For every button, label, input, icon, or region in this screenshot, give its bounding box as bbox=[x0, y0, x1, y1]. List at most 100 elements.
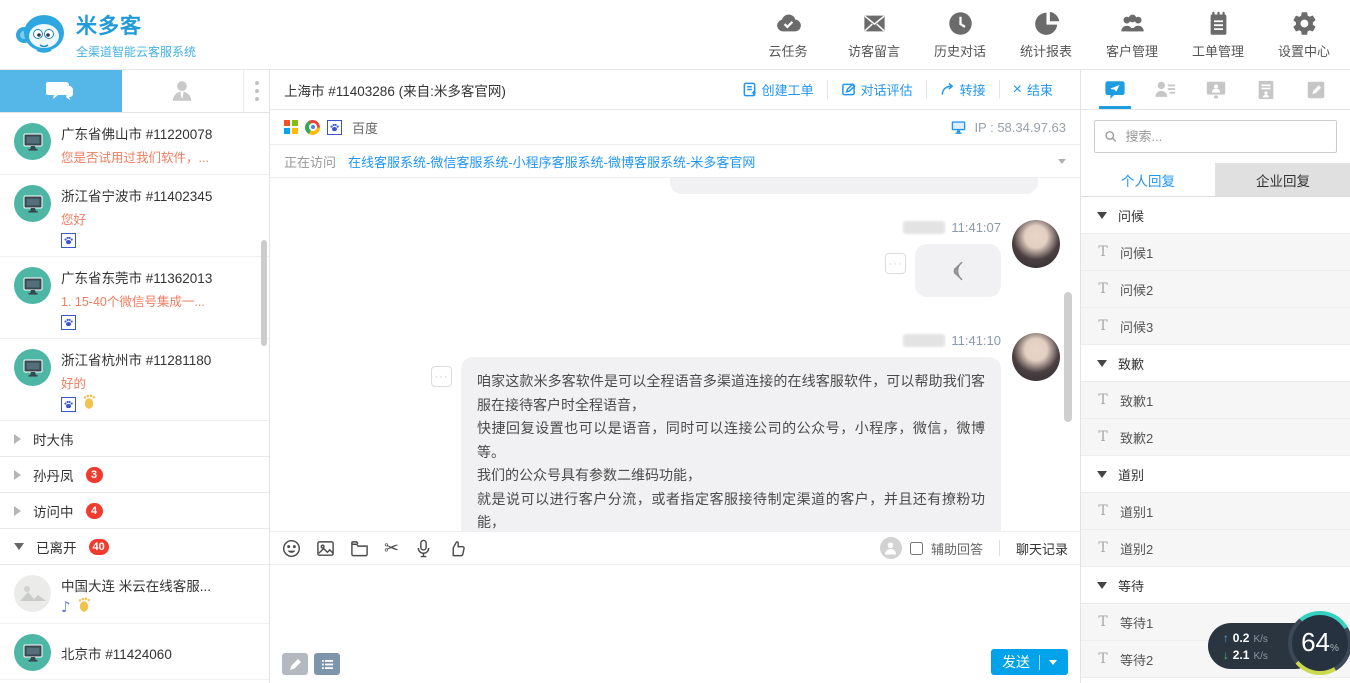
scrollbar-thumb[interactable] bbox=[261, 240, 267, 346]
count-badge: 4 bbox=[86, 503, 103, 519]
message-preview: 1. 15-40个微信号集成一... bbox=[61, 291, 212, 310]
nav-cloud-task[interactable]: 云任务 bbox=[760, 10, 816, 60]
tab-visit-trace[interactable] bbox=[1198, 70, 1234, 109]
tab-quick-reply[interactable] bbox=[1097, 70, 1133, 109]
nav-label: 客户管理 bbox=[1106, 41, 1158, 60]
create-ticket-button[interactable]: 创建工单 bbox=[729, 80, 827, 99]
baidu-paw-icon bbox=[61, 315, 76, 330]
top-nav: 云任务 访客留言 历史对话 统计报表 客户管理 工单管理 bbox=[760, 10, 1332, 60]
tab-visitor-record[interactable] bbox=[1248, 70, 1284, 109]
assistant-robot-avatar bbox=[880, 537, 902, 559]
monitor-avatar bbox=[14, 185, 51, 222]
agent-group-sundanfeng[interactable]: 孙丹凤 3 bbox=[0, 457, 269, 493]
visitor-title: 浙江省杭州市 #11281180 bbox=[61, 349, 211, 369]
visiting-page-link[interactable]: 在线客服系统-微信客服系统-小程序客服系统-微博客服系统-米多客官网 bbox=[348, 152, 1046, 171]
ticket-manage-icon bbox=[1205, 10, 1232, 37]
expand-triangle-icon bbox=[1097, 582, 1107, 589]
tree-item[interactable]: T 问候1 bbox=[1081, 234, 1350, 271]
expand-triangle-icon bbox=[1097, 212, 1107, 219]
tab-notes[interactable] bbox=[1298, 70, 1334, 109]
like-button[interactable] bbox=[448, 539, 467, 558]
monitor-avatar bbox=[14, 349, 51, 386]
top-bar: 米多客 全渠道智能云客服系统 云任务 访客留言 历史对话 统计报表 bbox=[0, 0, 1350, 70]
voice-message-bubble[interactable] bbox=[915, 244, 1001, 297]
tree-item[interactable]: T 问候3 bbox=[1081, 308, 1350, 345]
tree-group-waiting[interactable]: 等待 bbox=[1081, 567, 1350, 604]
chat-header: 上海市 #11403286 (来自:米多客官网) 创建工单 对话评估 转接 bbox=[270, 70, 1080, 110]
chat-history-button[interactable]: 聊天记录 bbox=[1016, 539, 1068, 558]
expand-triangle-icon bbox=[14, 543, 24, 550]
edit-mode-button[interactable] bbox=[282, 653, 308, 675]
send-options-caret-icon[interactable] bbox=[1049, 660, 1057, 665]
divider bbox=[1039, 655, 1040, 670]
search-input[interactable] bbox=[1126, 129, 1327, 144]
tab-conversations[interactable] bbox=[0, 70, 122, 112]
chat-title: 上海市 #11403286 (来自:米多客官网) bbox=[284, 80, 729, 100]
text-type-icon: T bbox=[1097, 281, 1109, 297]
chat-list-item[interactable]: 广东省佛山市 #11220078 您是否试用过我们软件，... bbox=[0, 113, 269, 175]
agent-avatar bbox=[1012, 333, 1060, 381]
network-overlay: ↑ 0.2 K/s ↓ 2.1 K/s 64 % bbox=[1208, 611, 1338, 677]
screenshot-scissors-icon[interactable]: ✂ bbox=[384, 539, 399, 558]
scrollbar-thumb[interactable] bbox=[1064, 292, 1072, 422]
message-more-button[interactable]: ··· bbox=[431, 366, 452, 387]
tree-item[interactable]: T 道别2 bbox=[1081, 530, 1350, 567]
dialog-evaluate-button[interactable]: 对话评估 bbox=[827, 80, 926, 99]
send-button[interactable]: 发送 bbox=[991, 649, 1068, 675]
message-input-area[interactable]: 发送 bbox=[270, 565, 1080, 683]
tree-item[interactable]: T 道别1 bbox=[1081, 493, 1350, 530]
nav-label: 访客留言 bbox=[848, 41, 900, 60]
app-window: 米多客 全渠道智能云客服系统 云任务 访客留言 历史对话 统计报表 bbox=[0, 0, 1350, 683]
end-chat-button[interactable]: × 结束 bbox=[999, 80, 1066, 99]
nav-stats-report[interactable]: 统计报表 bbox=[1018, 10, 1074, 60]
search-box[interactable] bbox=[1094, 120, 1337, 153]
nav-history-dialog[interactable]: 历史对话 bbox=[932, 10, 988, 60]
chat-list-item[interactable]: 中国大连 米云在线客服... ♪ bbox=[0, 565, 269, 624]
tab-company-reply[interactable]: 企业回复 bbox=[1216, 163, 1350, 196]
nav-label: 设置中心 bbox=[1278, 41, 1330, 60]
tree-group-apology[interactable]: 致歉 bbox=[1081, 345, 1350, 382]
tree-item[interactable]: T 问候2 bbox=[1081, 271, 1350, 308]
chat-list-item[interactable]: 浙江省杭州市 #11281180 好的 bbox=[0, 339, 269, 421]
tab-contacts[interactable] bbox=[122, 70, 244, 112]
customer-manage-icon bbox=[1119, 10, 1146, 37]
chevron-down-icon[interactable] bbox=[1058, 159, 1066, 164]
quick-phrase-button[interactable] bbox=[314, 653, 340, 675]
emoji-button[interactable] bbox=[282, 539, 301, 558]
tab-visitor-info[interactable] bbox=[1147, 70, 1183, 109]
nav-visitor-message[interactable]: 访客留言 bbox=[846, 10, 902, 60]
visitor-message-icon bbox=[861, 10, 888, 37]
tab-personal-reply[interactable]: 个人回复 bbox=[1081, 163, 1216, 196]
left-sidebar: 广东省佛山市 #11220078 您是否试用过我们软件，... 浙江省宁波市 #… bbox=[0, 70, 270, 683]
tree-item[interactable]: T 致歉2 bbox=[1081, 419, 1350, 456]
person-list-icon bbox=[1153, 79, 1177, 101]
nav-settings[interactable]: 设置中心 bbox=[1276, 10, 1332, 60]
upload-arrow-icon: ↑ bbox=[1223, 633, 1229, 645]
microphone-icon bbox=[414, 539, 433, 558]
nav-customer-manage[interactable]: 客户管理 bbox=[1104, 10, 1160, 60]
transfer-button[interactable]: 转接 bbox=[926, 80, 999, 99]
progress-unit: % bbox=[1330, 643, 1339, 654]
message-more-button[interactable]: ··· bbox=[885, 253, 906, 274]
tree-item[interactable]: T 致歉1 bbox=[1081, 382, 1350, 419]
partial-message-bubble bbox=[670, 178, 1038, 194]
tree-group-greeting[interactable]: 问候 bbox=[1081, 197, 1350, 234]
nav-ticket-manage[interactable]: 工单管理 bbox=[1190, 10, 1246, 60]
voice-button[interactable] bbox=[414, 539, 433, 558]
download-speed: 2.1 bbox=[1233, 648, 1250, 662]
sidebar-more-menu[interactable] bbox=[243, 70, 269, 112]
group-left[interactable]: 已离开 40 bbox=[0, 529, 269, 565]
divider bbox=[999, 540, 1000, 556]
visitor-ip: IP : 58.34.97.63 bbox=[974, 120, 1066, 135]
agent-group-shidawei[interactable]: 时大伟 bbox=[0, 421, 269, 457]
group-visiting[interactable]: 访问中 4 bbox=[0, 493, 269, 529]
smiley-icon bbox=[282, 539, 301, 558]
chat-list-item[interactable]: 浙江省宁波市 #11402345 您好 bbox=[0, 175, 269, 257]
tree-group-farewell[interactable]: 道别 bbox=[1081, 456, 1350, 493]
chat-list-item[interactable]: 北京市 #11424060 bbox=[0, 624, 269, 680]
image-button[interactable] bbox=[316, 539, 335, 558]
chat-list-item[interactable]: 广东省东莞市 #11362013 1. 15-40个微信号集成一... bbox=[0, 257, 269, 339]
file-button[interactable] bbox=[350, 539, 369, 558]
assist-checkbox[interactable] bbox=[910, 542, 923, 555]
progress-ring[interactable]: 64 % bbox=[1288, 611, 1350, 675]
